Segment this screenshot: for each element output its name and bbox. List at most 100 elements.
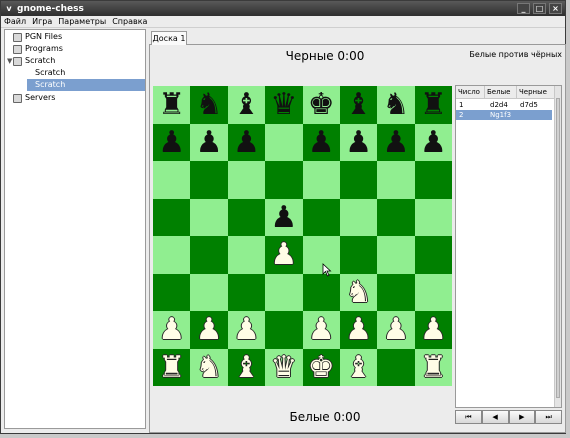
white-pawn-icon[interactable]: ♟ <box>228 311 265 349</box>
square-c3[interactable] <box>227 273 266 311</box>
previous-move-button[interactable]: ◀ <box>481 410 509 424</box>
column-header-number[interactable]: Число <box>456 86 485 99</box>
square-c6[interactable] <box>227 161 266 199</box>
collapse-triangle-icon[interactable]: ▼ <box>7 57 12 65</box>
last-move-button[interactable]: ⏭ <box>535 410 562 424</box>
next-move-button[interactable]: ▶ <box>508 410 536 424</box>
square-c4[interactable] <box>227 236 266 274</box>
square-d2[interactable] <box>265 311 303 349</box>
square-a6[interactable] <box>153 161 191 199</box>
square-e3[interactable] <box>302 273 340 311</box>
menu-help[interactable]: Справка <box>109 17 150 26</box>
sidebar-item-pgn-files[interactable]: PGN Files <box>13 31 145 43</box>
black-pawn-icon[interactable]: ♟ <box>153 124 190 162</box>
square-h5[interactable] <box>414 198 453 236</box>
white-bishop-icon[interactable]: ♝ <box>340 349 377 387</box>
column-header-white[interactable]: Белые <box>485 86 517 99</box>
tab-board-1[interactable]: Доска 1 <box>151 31 187 45</box>
close-button[interactable]: × <box>549 3 562 14</box>
square-d3[interactable] <box>265 273 303 311</box>
column-header-black[interactable]: Черные <box>517 86 555 99</box>
square-a3[interactable] <box>153 273 191 311</box>
white-pawn-icon[interactable]: ♟ <box>153 311 190 349</box>
menu-file[interactable]: Файл <box>1 17 29 26</box>
square-g4[interactable] <box>377 236 415 274</box>
black-pawn-icon[interactable]: ♟ <box>377 124 414 162</box>
window-menu-icon[interactable]: v <box>1 4 17 13</box>
square-b6[interactable] <box>190 161 228 199</box>
white-pawn-icon[interactable]: ♟ <box>340 311 377 349</box>
square-f6[interactable] <box>339 161 378 199</box>
black-pawn-icon[interactable]: ♟ <box>340 124 377 162</box>
square-g1[interactable] <box>377 348 415 386</box>
white-queen-icon[interactable]: ♛ <box>265 349 302 387</box>
move-number[interactable]: 2 <box>459 110 463 120</box>
square-c5[interactable] <box>227 198 266 236</box>
white-pawn-icon[interactable]: ♟ <box>377 311 414 349</box>
title-bar[interactable]: v gnome-chess _ □ × <box>1 1 565 16</box>
black-pawn-icon[interactable]: ♟ <box>190 124 227 162</box>
sidebar-item-programs[interactable]: Programs <box>13 43 145 55</box>
sidebar-item-scratch-child-2[interactable]: Scratch <box>27 79 145 91</box>
white-knight-icon[interactable]: ♞ <box>190 349 227 387</box>
menu-bar: Файл Игра Параметры Справка <box>1 16 565 28</box>
square-g5[interactable] <box>377 198 415 236</box>
tab-panel: Черные 0:00 Белые против чёрных ♜ ♞ ♝ ♛ ♚ ♝ ♞ ♜… <box>149 44 566 433</box>
white-rook-icon[interactable]: ♜ <box>153 349 190 387</box>
square-a4[interactable] <box>153 236 191 274</box>
move-list: Число Белые Черные 1 d2d4 d7d5 2 Ng1f3 <box>455 85 562 408</box>
square-b4[interactable] <box>190 236 228 274</box>
sidebar-item-scratch[interactable]: Scratch <box>13 55 145 67</box>
square-h6[interactable] <box>414 161 453 199</box>
move-white[interactable]: d2d4 <box>490 100 508 110</box>
black-pawn-icon[interactable]: ♟ <box>303 124 340 162</box>
black-bishop-icon[interactable]: ♝ <box>340 86 377 124</box>
black-pawn-icon[interactable]: ♟ <box>415 124 452 162</box>
chess-board[interactable]: ♜ ♞ ♝ ♛ ♚ ♝ ♞ ♜ ♟ ♟ ♟ ♟ ♟ ♟ ♟ ♟ ♟ ♞ ♟ ♟ ♟ ♟ ♟ ♟ ♟ ♜ ♞ ♝ ♛ ♚ ♝ ♜ <box>153 86 453 387</box>
black-knight-icon[interactable]: ♞ <box>377 86 414 124</box>
black-rook-icon[interactable]: ♜ <box>153 86 190 124</box>
black-pawn-icon[interactable]: ♟ <box>228 124 265 162</box>
white-bishop-icon[interactable]: ♝ <box>228 349 265 387</box>
square-b3[interactable] <box>190 273 228 311</box>
sidebar-tree: PGN Files Programs ▼ Scratch Scratch Scr… <box>4 29 146 429</box>
scrollbar-thumb[interactable] <box>556 98 560 398</box>
sidebar-item-scratch-child-1[interactable]: Scratch <box>35 67 145 79</box>
black-queen-icon[interactable]: ♛ <box>265 86 302 124</box>
maximize-button[interactable]: □ <box>533 3 546 14</box>
white-timer: Белые 0:00 <box>289 410 361 424</box>
square-f5[interactable] <box>339 198 378 236</box>
black-king-icon[interactable]: ♚ <box>303 86 340 124</box>
menu-settings[interactable]: Параметры <box>55 17 109 26</box>
square-e6[interactable] <box>302 161 340 199</box>
black-rook-icon[interactable]: ♜ <box>415 86 452 124</box>
square-d6[interactable] <box>265 161 303 199</box>
square-a5[interactable] <box>153 198 191 236</box>
square-g6[interactable] <box>377 161 415 199</box>
square-e5[interactable] <box>302 198 340 236</box>
menu-game[interactable]: Игра <box>29 17 55 26</box>
white-knight-icon[interactable]: ♞ <box>340 274 377 312</box>
sidebar-item-servers[interactable]: Servers <box>13 92 145 104</box>
white-pawn-icon[interactable]: ♟ <box>415 311 452 349</box>
white-king-icon[interactable]: ♚ <box>303 349 340 387</box>
square-g3[interactable] <box>377 273 415 311</box>
first-move-button[interactable]: ⏮ <box>455 410 482 424</box>
move-white[interactable]: Ng1f3 <box>490 110 511 120</box>
square-f4[interactable] <box>339 236 378 274</box>
square-h3[interactable] <box>414 273 453 311</box>
square-h4[interactable] <box>414 236 453 274</box>
move-black[interactable]: d7d5 <box>520 100 538 110</box>
square-d7[interactable] <box>265 123 303 161</box>
black-bishop-icon[interactable]: ♝ <box>228 86 265 124</box>
black-knight-icon[interactable]: ♞ <box>190 86 227 124</box>
white-rook-icon[interactable]: ♜ <box>415 349 452 387</box>
white-pawn-icon[interactable]: ♟ <box>190 311 227 349</box>
white-pawn-icon[interactable]: ♟ <box>303 311 340 349</box>
white-pawn-icon[interactable]: ♟ <box>265 236 302 274</box>
square-b5[interactable] <box>190 198 228 236</box>
move-number[interactable]: 1 <box>459 100 463 110</box>
black-pawn-icon[interactable]: ♟ <box>265 199 302 237</box>
minimize-button[interactable]: _ <box>517 3 530 14</box>
move-list-scrollbar[interactable] <box>554 86 561 407</box>
